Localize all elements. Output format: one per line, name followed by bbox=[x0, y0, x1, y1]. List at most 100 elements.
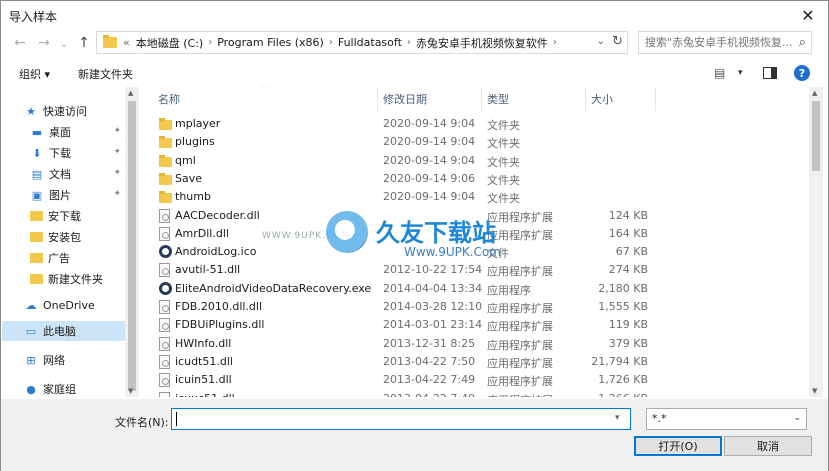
file-row[interactable]: icuin51.dll 2013-04-22 7:49 应用程序扩展 1,726 KB bbox=[141, 371, 809, 389]
sidebar-item[interactable]: 安装包 bbox=[2, 227, 125, 247]
sidebar-item[interactable]: ▬ 桌面 ✦ bbox=[2, 122, 125, 142]
sidebar-item[interactable]: 新建文件夹 bbox=[2, 269, 125, 289]
new-folder-button[interactable]: 新建文件夹 bbox=[78, 66, 133, 82]
view-options-dropdown-icon[interactable]: ▾ bbox=[738, 68, 743, 78]
breadcrumb-separator-icon[interactable]: › bbox=[553, 37, 557, 48]
file-type: 应用程序扩展 bbox=[487, 302, 553, 315]
scroll-up-icon[interactable]: ▲ bbox=[128, 89, 133, 97]
file-row[interactable]: AndroidLog.ico 文件 67 KB bbox=[141, 243, 809, 261]
address-dropdown-icon[interactable]: ⌄ bbox=[597, 36, 605, 47]
sidebar-item[interactable]: ▤ 文档 ✦ bbox=[2, 164, 125, 184]
file-size: 274 KB bbox=[608, 263, 648, 277]
file-row[interactable]: avutil-51.dll 2012-10-22 17:54 应用程序扩展 274 K… bbox=[141, 261, 809, 279]
search-box[interactable]: ⌕ bbox=[638, 31, 812, 54]
file-date: 2012-10-22 17:54 bbox=[383, 263, 483, 277]
pin-icon[interactable]: ✦ bbox=[113, 189, 121, 199]
sort-ascending-icon: ^ bbox=[260, 87, 269, 95]
sidebar-item-icon: ★ bbox=[26, 104, 36, 118]
file-date: 2013-12-31 8:25 bbox=[383, 336, 476, 350]
sidebar-item[interactable]: ⊞ 网络 bbox=[2, 350, 125, 370]
file-date: 2020-09-14 9:04 bbox=[383, 153, 476, 167]
refresh-icon[interactable]: ↻ bbox=[612, 34, 623, 49]
filename-history-dropdown-icon[interactable]: ▾ bbox=[615, 413, 620, 423]
column-divider[interactable] bbox=[655, 87, 656, 111]
file-row[interactable]: thumb 2020-09-14 9:04 文件夹 bbox=[141, 188, 809, 206]
pin-icon[interactable]: ✦ bbox=[113, 168, 121, 178]
sidebar-item[interactable]: ★ 快速访问 bbox=[2, 101, 125, 121]
column-divider[interactable] bbox=[377, 87, 378, 111]
breadcrumb-separator-icon[interactable]: › bbox=[407, 37, 411, 48]
sidebar-item[interactable]: ▭ 此电脑 bbox=[2, 321, 125, 341]
file-row[interactable]: qml 2020-09-14 9:04 文件夹 bbox=[141, 152, 809, 170]
file-date: 2013-04-22 7:49 bbox=[383, 373, 476, 387]
sidebar-item[interactable]: 安下载 bbox=[2, 206, 125, 226]
pin-icon[interactable]: ✦ bbox=[113, 126, 121, 136]
file-type: 文件夹 bbox=[487, 155, 520, 169]
breadcrumb-separator-icon[interactable]: › bbox=[329, 37, 333, 48]
file-list-scrollbar[interactable]: ▲ ▼ bbox=[809, 87, 823, 397]
file-row[interactable]: icuuc51.dll 2013-04-22 7:49 应用程序扩展 1,266 KB bbox=[141, 390, 809, 397]
file-row[interactable]: icudt51.dll 2013-04-22 7:50 应用程序扩展 21,794 K… bbox=[141, 353, 809, 371]
scroll-up-icon[interactable]: ▲ bbox=[812, 89, 817, 97]
help-icon[interactable]: ? bbox=[794, 65, 810, 81]
filename-input[interactable] bbox=[171, 408, 631, 430]
sidebar-item[interactable]: ▣ 图片 ✦ bbox=[2, 185, 125, 205]
breadcrumb-item[interactable]: 本地磁盘 (C:) bbox=[136, 35, 203, 51]
cancel-button[interactable]: 取消 bbox=[724, 436, 812, 456]
breadcrumb-item[interactable]: 赤兔安卓手机视频恢复软件 bbox=[416, 35, 548, 51]
open-button[interactable]: 打开(O) bbox=[634, 436, 722, 456]
address-overflow-marker[interactable]: « bbox=[123, 36, 130, 49]
file-icon bbox=[159, 336, 170, 351]
file-size: 21,794 KB bbox=[591, 354, 648, 368]
column-header-type[interactable]: 类型 bbox=[487, 87, 587, 111]
file-row[interactable]: FDBUiPlugins.dll 2014-03-01 23:14 应用程序扩展 11… bbox=[141, 316, 809, 334]
scroll-down-icon[interactable]: ▼ bbox=[812, 387, 817, 395]
sidebar-item-icon: ⬇ bbox=[32, 146, 42, 160]
sidebar-item-icon: ⊞ bbox=[26, 353, 36, 367]
file-row[interactable]: plugins 2020-09-14 9:04 文件夹 bbox=[141, 133, 809, 151]
back-icon[interactable]: ← bbox=[11, 34, 29, 52]
close-icon[interactable]: ✕ bbox=[788, 1, 828, 29]
folder-icon bbox=[30, 232, 43, 242]
scrollbar-thumb[interactable] bbox=[812, 101, 820, 171]
column-divider[interactable] bbox=[481, 87, 482, 111]
organize-button[interactable]: 组织 ▾ bbox=[19, 66, 50, 82]
file-type-filter-select[interactable]: *.* ⌄ bbox=[646, 408, 807, 430]
file-type: 应用程序扩展 bbox=[487, 375, 553, 389]
scroll-down-icon[interactable]: ▼ bbox=[128, 387, 133, 395]
file-row[interactable]: FDB.2010.dll.dll 2014-03-28 12:10 应用程序扩展 1,… bbox=[141, 298, 809, 316]
file-size: 379 KB bbox=[608, 336, 648, 350]
file-row[interactable]: HWInfo.dll 2013-12-31 8:25 应用程序扩展 379 KB bbox=[141, 335, 809, 353]
scrollbar-thumb[interactable] bbox=[128, 101, 136, 391]
file-row[interactable]: EliteAndroidVideoDataRecovery.exe 2014-04… bbox=[141, 280, 809, 298]
breadcrumb-item[interactable]: Program Files (x86) bbox=[217, 36, 324, 49]
file-row[interactable]: AmrDll.dll 应用程序扩展 164 KB bbox=[141, 225, 809, 243]
preview-pane-icon[interactable] bbox=[763, 67, 777, 79]
file-row[interactable]: Save 2020-09-14 9:06 文件夹 bbox=[141, 170, 809, 188]
sidebar-item[interactable]: ☁ OneDrive bbox=[2, 295, 125, 315]
sidebar-item[interactable]: 广告 bbox=[2, 248, 125, 268]
forward-icon[interactable]: → bbox=[35, 34, 53, 52]
breadcrumb-separator-icon[interactable]: › bbox=[208, 37, 212, 48]
up-folder-icon[interactable]: ↑ bbox=[75, 34, 93, 52]
search-icon[interactable]: ⌕ bbox=[799, 35, 806, 50]
sidebar-item[interactable]: ● 家庭组 bbox=[2, 379, 125, 397]
file-row[interactable]: mplayer 2020-09-14 9:04 文件夹 bbox=[141, 115, 809, 133]
file-name: FDBUiPlugins.dll bbox=[175, 318, 265, 332]
breadcrumb-item[interactable]: Fulldatasoft bbox=[338, 36, 402, 49]
navigation-scrollbar[interactable]: ▲ ▼ bbox=[125, 87, 139, 397]
column-header-size[interactable]: 大小 bbox=[591, 87, 651, 111]
search-input[interactable] bbox=[645, 36, 795, 49]
breadcrumb: 本地磁盘 (C:) › Program Files (x86) › Fullda… bbox=[136, 35, 562, 51]
column-header-date[interactable]: 修改日期 bbox=[383, 87, 483, 111]
file-date: 2020-09-14 9:04 bbox=[383, 117, 476, 130]
pin-icon[interactable]: ✦ bbox=[113, 147, 121, 157]
change-view-icon[interactable]: ▤ bbox=[714, 66, 725, 80]
address-bar[interactable]: « 本地磁盘 (C:) › Program Files (x86) › Full… bbox=[96, 31, 628, 54]
sidebar-item[interactable]: ⬇ 下载 ✦ bbox=[2, 143, 125, 163]
file-type: 文件夹 bbox=[487, 119, 520, 132]
file-row[interactable]: AACDecoder.dll 应用程序扩展 124 KB bbox=[141, 207, 809, 225]
column-divider[interactable] bbox=[585, 87, 586, 111]
sidebar-item-label: 文档 bbox=[49, 168, 71, 181]
recent-locations-dropdown-icon[interactable]: ⌄ bbox=[55, 34, 73, 52]
